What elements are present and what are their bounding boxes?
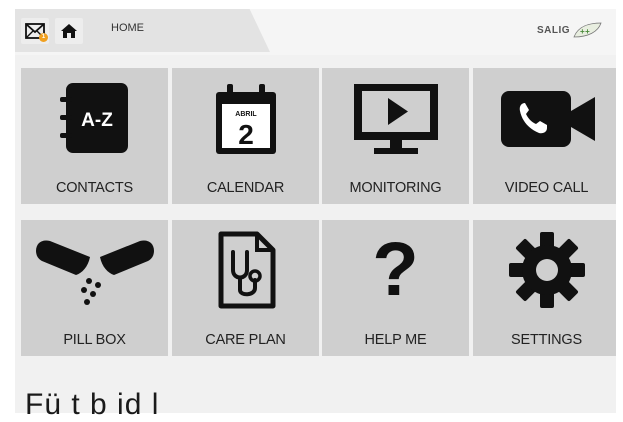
tile-label: CARE PLAN	[205, 332, 286, 348]
tile-label: CONTACTS	[55, 180, 134, 196]
tile-care-plan[interactable]: CARE PLAN	[172, 220, 319, 356]
tile-monitoring[interactable]: MONITORING	[322, 68, 469, 204]
brand-name: SALIG	[536, 24, 570, 36]
home-icon	[61, 24, 77, 38]
tile-label: HELP ME	[364, 332, 427, 348]
mail-button[interactable]: 1	[21, 18, 49, 44]
tile-label: SETTINGS	[511, 332, 582, 348]
video-call-icon	[500, 91, 595, 147]
calendar-day: 2	[238, 119, 254, 150]
calendar-month: ABRIL	[235, 111, 257, 118]
top-bar: 1 HOME SALIG ++	[15, 9, 616, 55]
tile-label: VIDEO CALL	[504, 180, 589, 196]
home-button[interactable]	[55, 18, 83, 44]
question-mark-icon: ?	[372, 227, 419, 312]
care-plan-stethoscope-icon	[218, 231, 275, 309]
tile-calendar[interactable]: ABRIL 2 CALENDAR	[172, 68, 319, 204]
calendar-icon: ABRIL 2	[215, 84, 276, 154]
brand-mark: ++	[580, 27, 590, 36]
tile-settings[interactable]: SETTINGS	[473, 220, 616, 356]
tile-label: PILL BOX	[63, 332, 126, 348]
brand-logo: SALIG ++	[537, 22, 602, 38]
app-screen: 1 HOME SALIG ++ A-Z CONTACTS ABRIL 2 CAL…	[15, 9, 616, 413]
tile-contacts[interactable]: A-Z CONTACTS	[21, 68, 168, 204]
contacts-book-icon: A-Z	[59, 83, 128, 153]
breadcrumb-label: HOME	[111, 22, 144, 34]
tile-help-me[interactable]: ? HELP ME	[322, 220, 469, 356]
mail-badge: 1	[39, 33, 48, 42]
pill-icon	[35, 240, 154, 305]
monitor-play-icon	[353, 84, 438, 154]
gear-icon	[508, 232, 585, 308]
contacts-icon-text: A-Z	[81, 110, 113, 131]
leaf-logo-icon: ++	[573, 22, 602, 38]
tile-label: MONITORING	[349, 180, 442, 196]
tile-video-call[interactable]: VIDEO CALL	[473, 68, 616, 204]
tile-pill-box[interactable]: PILL BOX	[21, 220, 168, 356]
tile-label: CALENDAR	[206, 180, 285, 196]
footer-partial-text: Fü t b id l	[25, 388, 160, 421]
